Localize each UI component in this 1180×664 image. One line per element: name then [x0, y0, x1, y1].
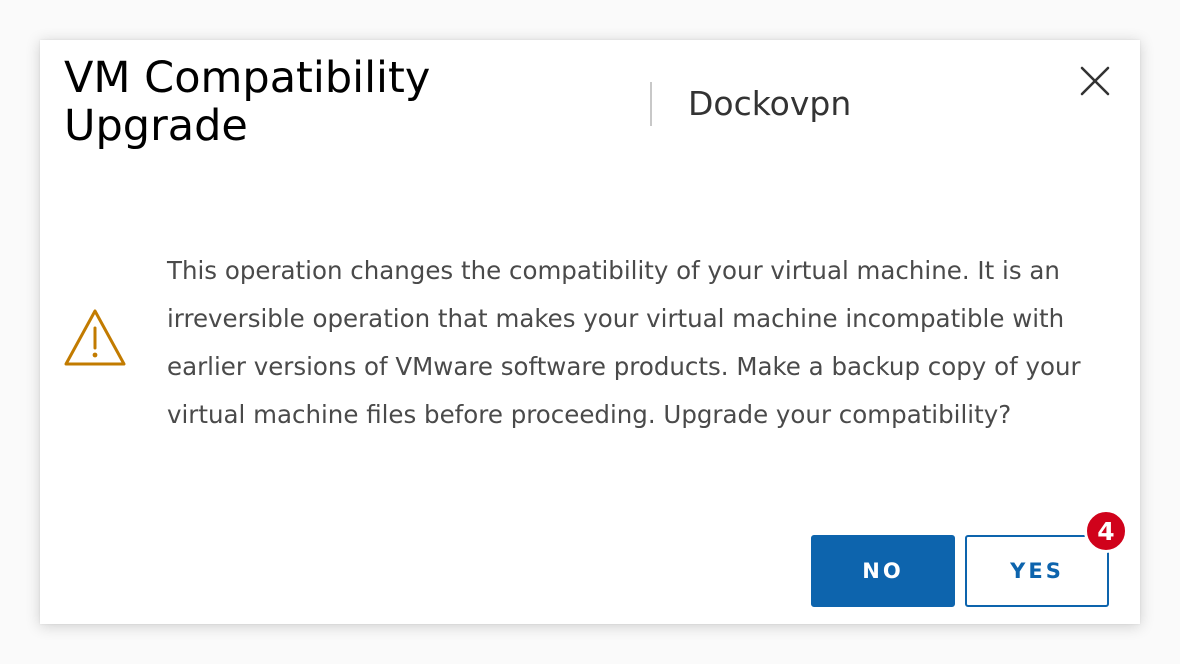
- warning-triangle-icon: [63, 308, 127, 368]
- vm-name: Dockovpn: [688, 84, 852, 123]
- yes-button[interactable]: YES: [965, 535, 1109, 607]
- warning-message: This operation changes the compatibility…: [167, 256, 1081, 429]
- header-divider: [650, 82, 652, 126]
- step-badge: 4: [1085, 510, 1127, 552]
- compatibility-upgrade-dialog: VM Compatibility Upgrade Dockovpn This o…: [40, 40, 1140, 624]
- dialog-title: VM Compatibility Upgrade: [64, 53, 431, 151]
- close-icon: [1080, 66, 1110, 96]
- no-button[interactable]: NO: [811, 535, 955, 607]
- close-button[interactable]: [1078, 64, 1112, 98]
